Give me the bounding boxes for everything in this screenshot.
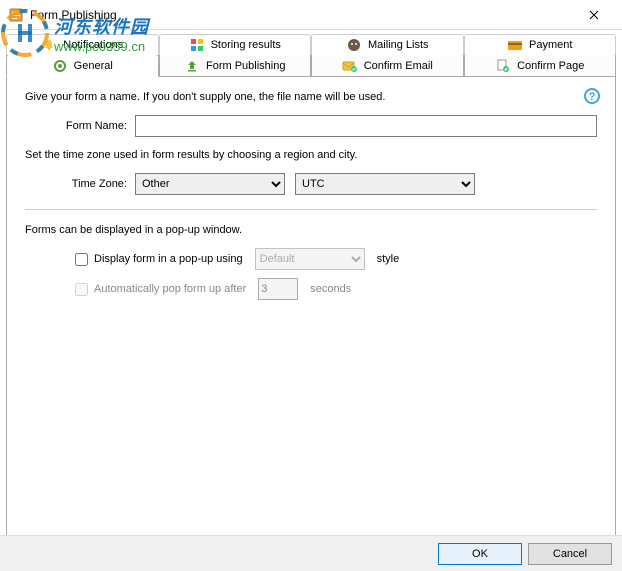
grid-icon [189,37,205,53]
tab-confirm-page[interactable]: Confirm Page [464,55,617,77]
window-title: Form Publishing [30,8,574,22]
mailchimp-icon [346,37,362,53]
tab-general[interactable]: General [6,55,159,77]
tab-label: Mailing Lists [368,39,429,51]
popup-checkbox-label: Display form in a pop-up using [94,253,243,265]
timezone-label: Time Zone: [25,178,135,190]
gear-icon [52,58,68,74]
form-name-input[interactable] [135,115,597,137]
tab-notifications[interactable]: Notifications [6,34,159,56]
autopop-suffix: seconds [310,283,351,295]
popup-style-select: Default [255,248,365,270]
tab-label: Confirm Page [517,60,584,72]
bell-icon [41,37,57,53]
popup-style-suffix: style [377,253,400,265]
tab-mailing-lists[interactable]: Mailing Lists [311,34,464,56]
tabs-row-lower: General Form Publishing Confirm Email Co… [6,55,616,77]
popup-intro: Forms can be displayed in a pop-up windo… [25,224,597,236]
titlebar: Form Publishing [0,0,622,30]
tabs-container: Notifications Storing results Mailing Li… [0,30,622,77]
tab-form-publishing[interactable]: Form Publishing [159,55,312,77]
timezone-row: Time Zone: Other UTC [25,173,597,195]
timezone-intro: Set the time zone used in form results b… [25,149,597,161]
tab-payment[interactable]: Payment [464,34,617,56]
credit-card-icon [507,37,523,53]
cancel-button[interactable]: Cancel [528,543,612,565]
section-divider [25,209,597,210]
button-bar: OK Cancel [0,535,622,571]
form-name-row: Form Name: [25,115,597,137]
autopop-checkbox [75,283,88,296]
app-icon [8,7,24,23]
tab-label: Storing results [211,39,281,51]
autopop-row: Automatically pop form up after seconds [25,278,597,300]
timezone-city-select[interactable]: UTC [295,173,475,195]
help-icon[interactable]: ? [583,87,601,105]
tab-label: General [74,60,113,72]
page-check-icon [495,58,511,74]
close-button[interactable] [574,1,614,29]
tab-label: Form Publishing [206,60,285,72]
tab-label: Payment [529,39,572,51]
svg-text:?: ? [589,91,596,103]
upload-icon [184,58,200,74]
tab-storing-results[interactable]: Storing results [159,34,312,56]
popup-checkbox-row: Display form in a pop-up using Default s… [25,248,597,270]
form-name-label: Form Name: [25,120,135,132]
email-check-icon [342,58,358,74]
ok-button[interactable]: OK [438,543,522,565]
tabs-row-upper: Notifications Storing results Mailing Li… [6,34,616,55]
tab-label: Notifications [63,39,123,51]
form-name-intro: Give your form a name. If you don't supp… [25,91,597,103]
autopop-label: Automatically pop form up after [94,283,246,295]
display-popup-checkbox[interactable] [75,253,88,266]
tab-confirm-email[interactable]: Confirm Email [311,55,464,77]
tab-label: Confirm Email [364,60,433,72]
autopop-seconds-spinner [258,278,298,300]
content-panel: ? Give your form a name. If you don't su… [6,77,616,541]
timezone-region-select[interactable]: Other [135,173,285,195]
